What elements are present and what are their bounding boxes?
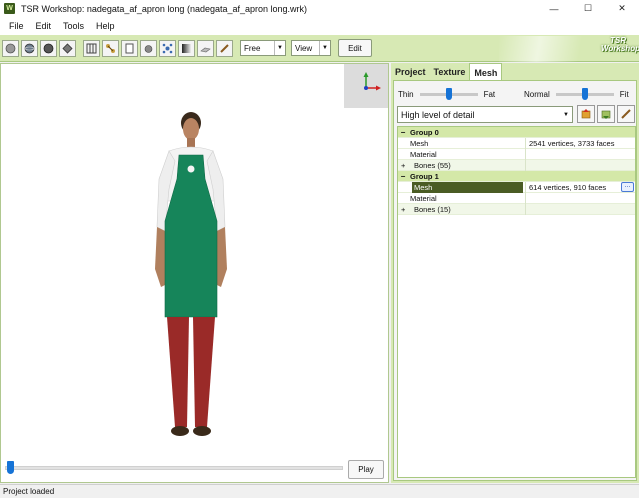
group-name: Group 1 [410,172,439,181]
play-button[interactable]: Play [348,460,384,479]
lod-select[interactable]: High level of detail ▼ [397,106,573,123]
molecule-icon[interactable] [159,39,176,57]
edit-mesh-button[interactable] [617,105,635,123]
thin-fat-slider-thumb[interactable] [445,88,452,100]
tab-project[interactable]: Project [391,63,430,80]
maximize-button[interactable]: ☐ [571,0,605,17]
plane-icon[interactable] [197,39,214,57]
menu-file[interactable]: File [3,21,30,31]
timeline-slider-thumb[interactable] [7,461,14,474]
collapse-icon[interactable]: − [398,172,408,181]
table-row[interactable]: + Bones (55) [398,160,635,171]
properties-panel: Project Texture Mesh Thin Fat Normal Fit… [391,63,639,483]
sphere-smooth-icon[interactable] [40,39,57,57]
page-icon[interactable] [121,39,138,57]
menu-tools[interactable]: Tools [57,21,90,31]
group-name: Group 0 [410,128,439,137]
minimize-button[interactable]: — [537,0,571,17]
bones-icon[interactable] [102,39,119,57]
edit-button[interactable]: Edit [338,39,372,57]
ball-icon[interactable] [140,39,157,57]
chevron-down-icon: ▼ [563,111,569,118]
title-bar: W TSR Workshop: nadegata_af_apron long (… [0,0,639,17]
table-row[interactable]: Material [398,149,635,160]
group-header[interactable]: − Group 0 [398,127,635,138]
menu-bar: File Edit Tools Help [0,17,639,35]
window-title: TSR Workshop: nadegata_af_apron long (na… [21,3,308,14]
sphere-wire-icon[interactable] [21,39,38,57]
window-controls: — ☐ ✕ [537,0,639,17]
mesh-tab-content: Thin Fat Normal Fit High level of detail… [393,80,637,481]
group-header[interactable]: − Group 1 [398,171,635,182]
collapse-icon[interactable]: − [398,128,408,137]
thin-fat-control: Thin Fat [398,87,495,101]
brush-icon[interactable] [216,39,233,57]
panel-tabs: Project Texture Mesh [391,63,503,81]
mode-select-value: Free [244,43,261,53]
selected-cell[interactable]: Mesh [412,182,523,193]
more-options-button[interactable]: ... [621,182,634,192]
normal-fit-slider[interactable] [555,88,614,100]
fat-label: Fat [483,89,496,99]
table-row[interactable]: Material [398,193,635,204]
sphere-shaded-icon[interactable] [2,39,19,57]
table-row[interactable]: + Bones (15) [398,204,635,215]
tab-mesh[interactable]: Mesh [469,63,503,81]
diamond-icon[interactable] [59,39,76,57]
thin-fat-slider[interactable] [419,88,478,100]
menu-edit[interactable]: Edit [30,21,58,31]
timeline-slider[interactable] [5,466,343,470]
normal-fit-control: Normal Fit [524,87,629,101]
thin-label: Thin [398,89,414,99]
expand-icon[interactable]: + [401,204,405,215]
brush-icon [621,109,631,119]
3d-viewport[interactable]: Play [0,63,389,483]
import-mesh-icon [581,109,591,119]
export-mesh-icon [601,110,611,119]
close-button[interactable]: ✕ [605,0,639,17]
view-select[interactable]: View ▼ [291,40,331,56]
view-select-value: View [295,43,313,53]
import-mesh-button[interactable] [577,105,595,123]
mesh-group-tree: − Group 0 Mesh 2541 vertices, 3733 faces… [397,126,636,478]
export-mesh-button[interactable] [597,105,615,123]
chevron-down-icon: ▼ [319,41,330,55]
axis-gizmo[interactable] [344,64,388,108]
gradient-icon[interactable] [178,39,195,57]
normal-label: Normal [524,89,550,99]
chevron-down-icon: ▼ [274,41,285,55]
grid-icon[interactable] [83,39,100,57]
table-row[interactable]: Mesh 614 vertices, 910 faces ... [398,182,635,193]
normal-fit-slider-thumb[interactable] [581,88,588,100]
status-bar: Project loaded [0,484,639,498]
logo-swoosh [499,36,599,62]
menu-help[interactable]: Help [90,21,121,31]
tab-texture[interactable]: Texture [430,63,470,80]
fit-label: Fit [619,89,629,99]
app-icon: W [4,3,15,14]
lod-select-value: High level of detail [401,109,475,120]
expand-icon[interactable]: + [401,160,405,171]
character-model [151,109,231,449]
mode-select[interactable]: Free ▼ [240,40,286,56]
table-row[interactable]: Mesh 2541 vertices, 3733 faces [398,138,635,149]
tsr-logo: TSR Workshop [601,36,639,53]
